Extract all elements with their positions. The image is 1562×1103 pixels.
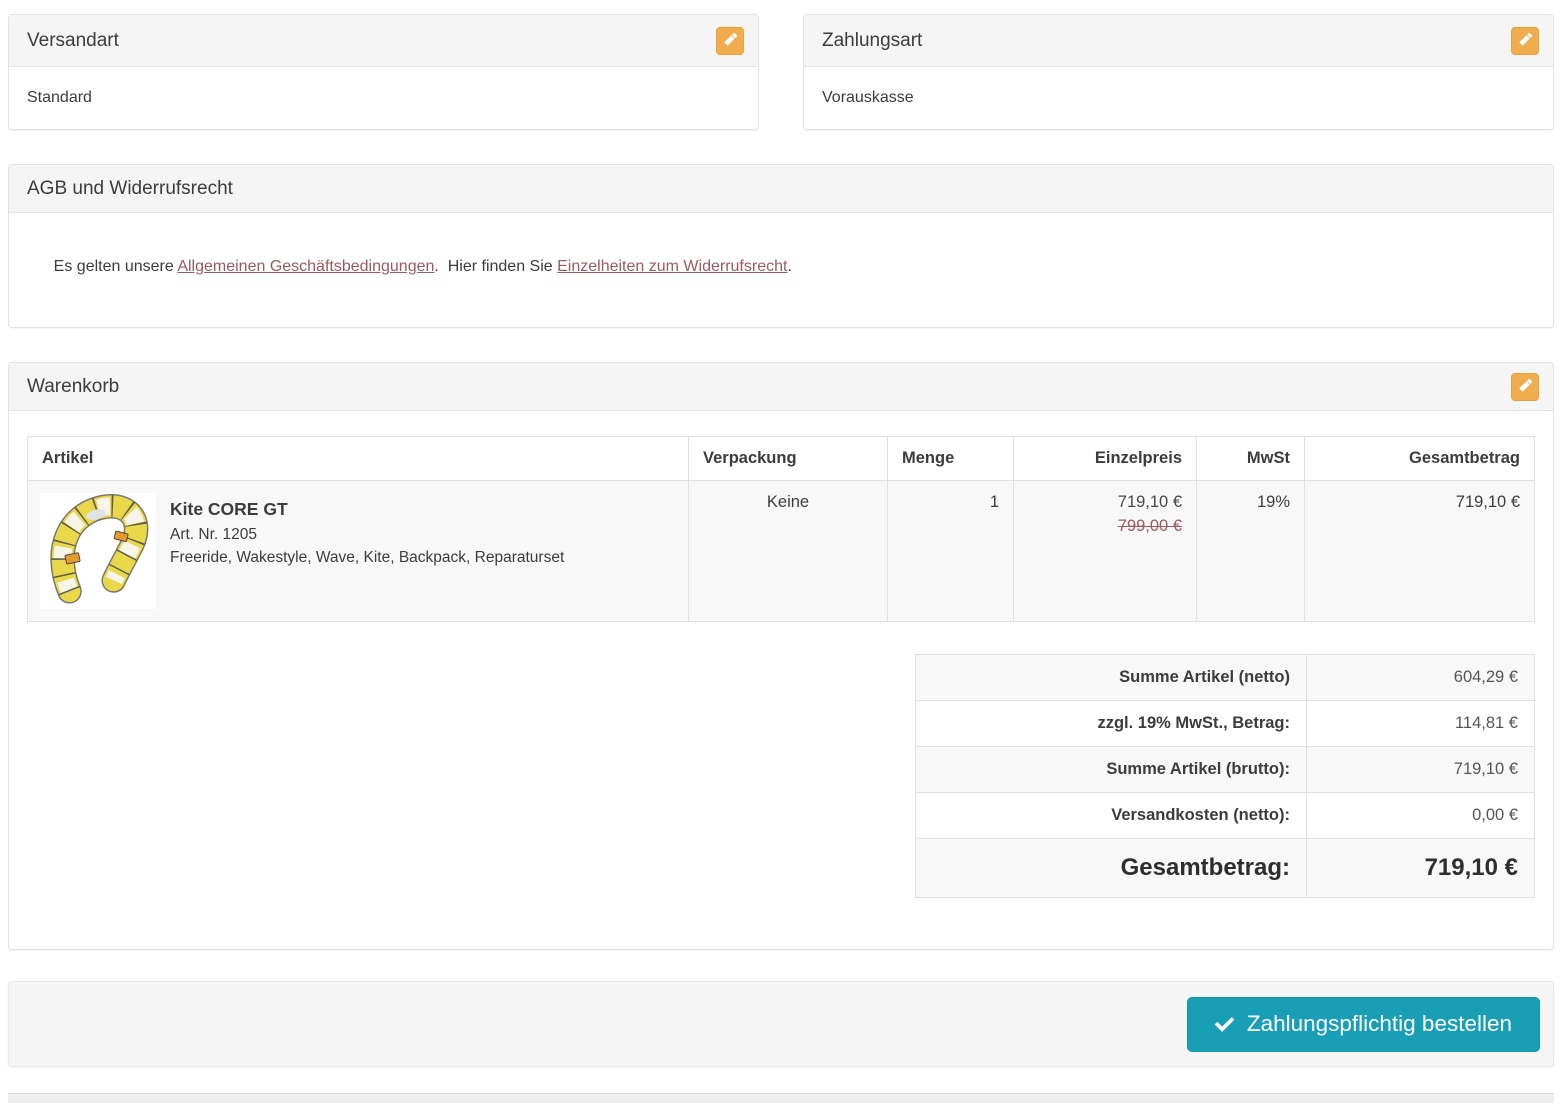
- withdrawal-right-link[interactable]: Einzelheiten zum Widerrufsrecht: [557, 258, 787, 275]
- shipping-panel-header: Versandart: [9, 15, 758, 67]
- summary-label: Gesamtbetrag:: [915, 838, 1307, 898]
- terms-conditions-link[interactable]: Allgemeinen Geschäftsbedingungen: [177, 258, 434, 275]
- cart-panel-body: Artikel Verpackung Menge Einzelpreis MwS…: [9, 411, 1553, 949]
- pencil-icon: [723, 32, 737, 49]
- column-header-article: Artikel: [27, 436, 689, 481]
- terms-text: Es gelten unsere Allgemeinen Geschäftsbe…: [9, 213, 1553, 327]
- product-features: Freeride, Wakestyle, Wave, Kite, Backpac…: [170, 549, 565, 566]
- vat-cell: 19%: [1196, 480, 1305, 622]
- terms-text-middle: . Hier finden Sie: [434, 258, 558, 275]
- column-header-packaging: Verpackung: [688, 436, 888, 481]
- table-row: Kite CORE GT Art. Nr. 1205 Freeride, Wak…: [27, 480, 1535, 622]
- terms-panel-title: AGB und Widerrufsrecht: [27, 177, 233, 199]
- product-image: [40, 493, 156, 609]
- cart-summary-table: Summe Artikel (netto) 604,29 € zzgl. 19%…: [915, 654, 1535, 898]
- summary-value: 604,29 €: [1306, 654, 1535, 701]
- product-art-nr: Art. Nr. 1205: [170, 526, 258, 543]
- summary-row-shipping: Versandkosten (netto): 0,00 €: [915, 792, 1535, 839]
- payment-panel-title: Zahlungsart: [822, 29, 923, 51]
- shipping-panel-title: Versandart: [27, 29, 119, 51]
- summary-value: 719,10 €: [1306, 746, 1535, 793]
- terms-text-after: .: [787, 258, 792, 275]
- summary-value: 114,81 €: [1306, 700, 1535, 747]
- column-header-unit-price: Einzelpreis: [1013, 436, 1197, 481]
- old-price-strikethrough: 799,00 €: [1117, 517, 1182, 535]
- check-icon: [1214, 1015, 1234, 1034]
- place-order-button[interactable]: Zahlungspflichtig bestellen: [1186, 996, 1540, 1052]
- checkout-page: Versandart Standard Zahlungsart Vorauska…: [0, 0, 1562, 1103]
- product-name: Kite CORE GT: [170, 499, 288, 519]
- payment-panel: Zahlungsart Vorauskasse: [803, 14, 1554, 130]
- summary-row-grand-total: Gesamtbetrag: 719,10 €: [915, 838, 1535, 898]
- shipping-method-value: Standard: [27, 89, 92, 106]
- terms-text-before: Es gelten unsere: [53, 258, 178, 275]
- summary-value: 0,00 €: [1306, 792, 1535, 839]
- pencil-icon: [1518, 32, 1532, 49]
- top-panels-row: Versandart Standard Zahlungsart Vorauska…: [8, 14, 1554, 130]
- pencil-icon: [1518, 378, 1532, 395]
- summary-row-net: Summe Artikel (netto) 604,29 €: [915, 654, 1535, 701]
- terms-panel-header: AGB und Widerrufsrecht: [9, 165, 1553, 213]
- summary-label: Summe Artikel (brutto):: [915, 746, 1307, 793]
- edit-cart-button[interactable]: [1511, 372, 1539, 401]
- summary-row-vat: zzgl. 19% MwSt., Betrag: 114,81 €: [915, 700, 1535, 747]
- summary-label: zzgl. 19% MwSt., Betrag:: [915, 700, 1307, 747]
- order-action-bar: Zahlungspflichtig bestellen: [8, 981, 1554, 1067]
- summary-label: Versandkosten (netto):: [915, 792, 1307, 839]
- total-cell: 719,10 €: [1304, 480, 1535, 622]
- unit-price-cell: 719,10 € 799,00 €: [1013, 480, 1197, 622]
- column-header-total: Gesamtbetrag: [1304, 436, 1535, 481]
- summary-label: Summe Artikel (netto): [915, 654, 1307, 701]
- summary-row-gross: Summe Artikel (brutto): 719,10 €: [915, 746, 1535, 793]
- quantity-cell: 1: [887, 480, 1014, 622]
- cart-panel-title: Warenkorb: [27, 375, 120, 397]
- page-footer-edge: [8, 1093, 1554, 1103]
- current-price: 719,10 €: [1117, 493, 1182, 511]
- cart-table-header-row: Artikel Verpackung Menge Einzelpreis MwS…: [27, 436, 1535, 481]
- edit-payment-button[interactable]: [1511, 26, 1539, 55]
- edit-shipping-button[interactable]: [716, 26, 744, 55]
- packaging-cell: Keine: [688, 480, 888, 622]
- payment-panel-header: Zahlungsart: [804, 15, 1553, 67]
- summary-value: 719,10 €: [1306, 838, 1535, 898]
- cart-panel: Warenkorb Artikel Verpackung Menge Einze…: [8, 362, 1554, 950]
- column-header-vat: MwSt: [1196, 436, 1305, 481]
- shipping-panel: Versandart Standard: [8, 14, 759, 130]
- column-header-quantity: Menge: [887, 436, 1014, 481]
- terms-panel: AGB und Widerrufsrecht Es gelten unsere …: [8, 164, 1554, 328]
- cart-panel-header: Warenkorb: [9, 363, 1553, 411]
- place-order-label: Zahlungspflichtig bestellen: [1246, 1011, 1512, 1036]
- cart-items-table: Artikel Verpackung Menge Einzelpreis MwS…: [27, 436, 1535, 622]
- article-cell: Kite CORE GT Art. Nr. 1205 Freeride, Wak…: [27, 480, 689, 622]
- payment-method-value: Vorauskasse: [822, 89, 914, 106]
